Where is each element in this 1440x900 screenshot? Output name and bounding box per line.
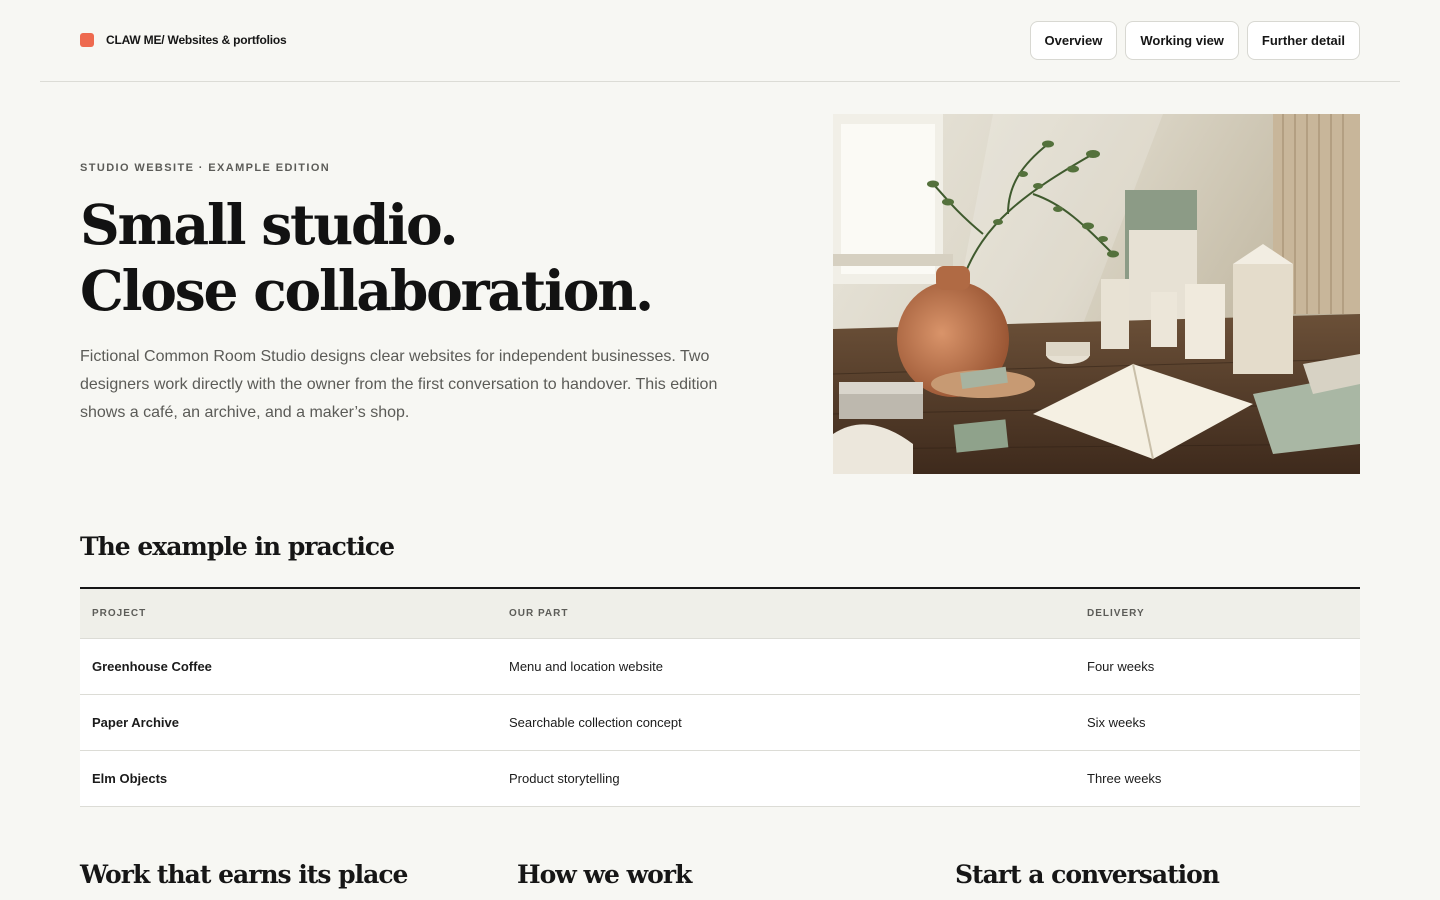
project-part: Searchable collection concept: [497, 694, 1075, 751]
practice-section-title: The example in practice: [80, 532, 395, 561]
hero-title: Small studio. Close collaboration.: [80, 192, 654, 324]
top-nav: Overview Working view Further detail: [1029, 21, 1360, 60]
column-header-delivery: DELIVERY: [1075, 589, 1360, 639]
projects-table: PROJECT OUR PART DELIVERY Greenhouse Cof…: [80, 587, 1360, 807]
brand[interactable]: CLAW ME/ Websites & portfolios: [80, 32, 287, 48]
project-delivery: Six weeks: [1075, 694, 1360, 751]
hero-image: [833, 114, 1360, 474]
top-bar: CLAW ME/ Websites & portfolios Overview …: [40, 0, 1400, 82]
studio-still-life-image: [833, 114, 1360, 474]
column-header-our-part: OUR PART: [497, 589, 1075, 639]
table-header-row: PROJECT OUR PART DELIVERY: [80, 589, 1360, 639]
column-header-project: PROJECT: [80, 589, 497, 639]
project-name: Paper Archive: [80, 694, 497, 751]
project-part: Product storytelling: [497, 750, 1075, 807]
section-title-start-conversation: Start a conversation: [955, 860, 1220, 889]
hero-title-line-2: Close collaboration.: [80, 258, 654, 323]
project-part: Menu and location website: [497, 638, 1075, 695]
hero-eyebrow: STUDIO WEBSITE · EXAMPLE EDITION: [80, 162, 331, 174]
hero-description: Fictional Common Room Studio designs cle…: [80, 348, 718, 421]
section-title-work: Work that earns its place: [80, 860, 408, 889]
table-row: Greenhouse Coffee Menu and location webs…: [80, 638, 1360, 695]
brand-name: CLAW ME/ Websites & portfolios: [106, 33, 287, 47]
nav-working-view-button[interactable]: Working view: [1125, 21, 1239, 60]
project-delivery: Four weeks: [1075, 638, 1360, 695]
table-row: Paper Archive Searchable collection conc…: [80, 694, 1360, 751]
project-name: Greenhouse Coffee: [80, 638, 497, 695]
brand-logo-icon: [80, 33, 94, 47]
hero-title-line-1: Small studio.: [80, 192, 459, 257]
section-title-how-we-work: How we work: [517, 860, 692, 889]
project-name: Elm Objects: [80, 750, 497, 807]
nav-further-detail-button[interactable]: Further detail: [1246, 21, 1360, 60]
project-delivery: Three weeks: [1075, 750, 1360, 807]
nav-overview-button[interactable]: Overview: [1029, 21, 1118, 60]
bottom-sections: Work that earns its place How we work St…: [80, 860, 1360, 900]
table-row: Elm Objects Product storytelling Three w…: [80, 750, 1360, 807]
